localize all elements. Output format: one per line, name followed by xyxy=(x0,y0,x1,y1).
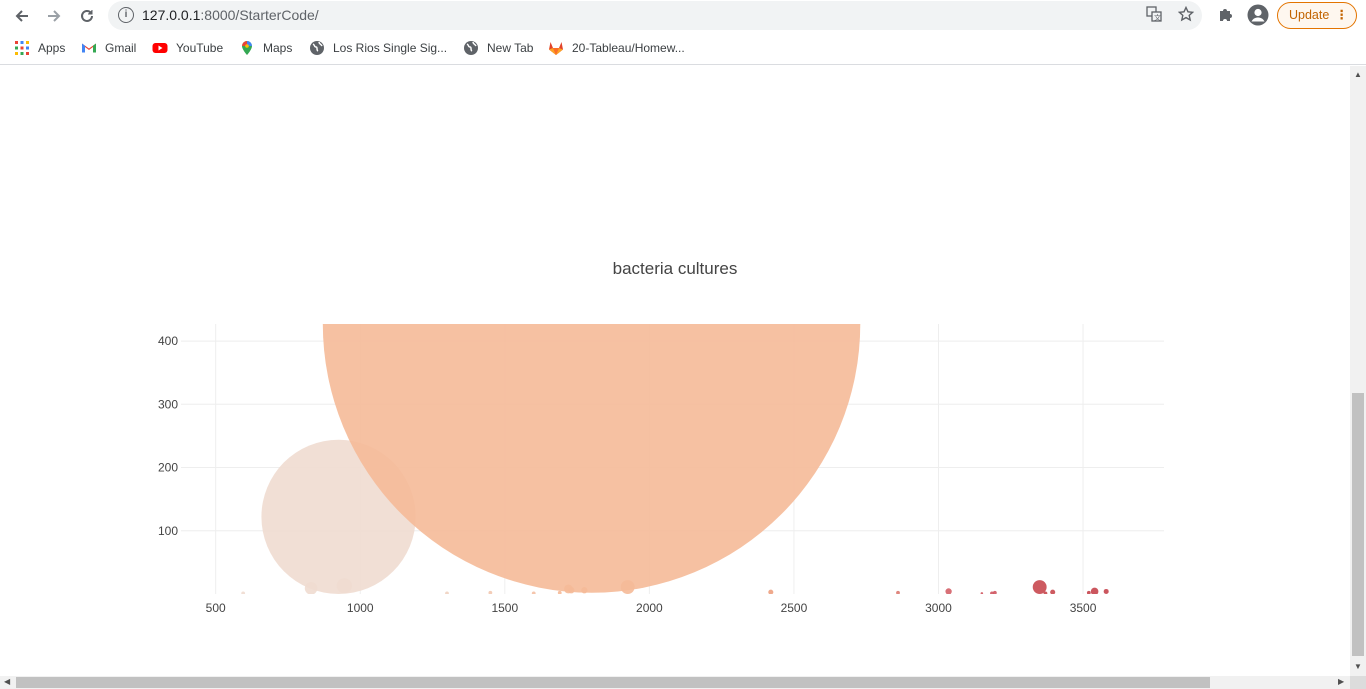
address-bar[interactable]: i 127.0.0.1:8000/StarterCode/ 文 xyxy=(108,1,1202,30)
forward-arrow-icon xyxy=(48,10,61,22)
globe-icon xyxy=(463,40,479,56)
svg-text:文: 文 xyxy=(1154,13,1161,22)
bubble-point[interactable] xyxy=(445,591,449,595)
x-tick-label: 2000 xyxy=(636,601,663,615)
y-tick-label: 200 xyxy=(158,461,178,475)
bookmark-youtube[interactable]: YouTube xyxy=(152,39,223,57)
x-tick-label: 1000 xyxy=(347,601,374,615)
scrollbar-corner xyxy=(1350,676,1366,689)
browser-toolbar: i 127.0.0.1:8000/StarterCode/ 文 Update ⋮ xyxy=(0,0,1366,31)
bubble-point[interactable] xyxy=(980,592,984,595)
bookmark-label: Los Rios Single Sig... xyxy=(333,41,448,55)
update-label: Update xyxy=(1289,8,1330,22)
gmail-icon xyxy=(81,40,97,56)
back-button[interactable] xyxy=(9,3,35,29)
x-tick-label: 3500 xyxy=(1070,601,1097,615)
youtube-icon xyxy=(152,40,168,56)
scroll-right-icon[interactable]: ▶ xyxy=(1338,677,1344,686)
bookmark-label: Gmail xyxy=(105,41,137,55)
bookmark-label: Maps xyxy=(263,41,293,55)
scroll-down-icon[interactable]: ▼ xyxy=(1354,662,1362,671)
bubble-point[interactable] xyxy=(1086,590,1091,595)
y-tick-label: 400 xyxy=(158,334,178,348)
browser-window: i 127.0.0.1:8000/StarterCode/ 文 Update ⋮ xyxy=(0,0,1366,689)
bookmark-label: YouTube xyxy=(176,41,224,55)
bookmark-new-tab[interactable]: New Tab xyxy=(463,39,533,57)
bookmark-gmail[interactable]: Gmail xyxy=(81,39,136,57)
translate-icon[interactable]: 文 xyxy=(1144,6,1164,26)
bookmark-tableau-homework[interactable]: 20-Tableau/Homew... xyxy=(548,39,685,57)
bookmarks-bar: Apps Gmail YouTube Maps Los Rios Single … xyxy=(0,31,1366,65)
back-arrow-icon xyxy=(15,10,28,22)
reload-icon xyxy=(81,9,93,22)
y-tick-label: 300 xyxy=(158,397,178,411)
site-info-icon[interactable]: i xyxy=(118,7,134,23)
x-tick-label: 500 xyxy=(206,601,226,615)
bubble-point[interactable] xyxy=(992,590,997,595)
scroll-up-icon[interactable]: ▲ xyxy=(1354,70,1362,79)
more-menu-icon: ⋮ xyxy=(1335,8,1349,22)
x-tick-label: 1500 xyxy=(491,601,518,615)
url-host: 127.0.0.1 xyxy=(142,7,201,23)
bubble-point[interactable] xyxy=(620,580,635,594)
bookmark-label: Apps xyxy=(38,41,66,55)
bubble-point[interactable] xyxy=(336,578,352,594)
scroll-left-icon[interactable]: ◀ xyxy=(4,677,10,686)
forward-button[interactable] xyxy=(41,3,67,29)
bubble-point[interactable] xyxy=(1050,589,1056,595)
bubble-point[interactable] xyxy=(322,66,861,593)
extensions-puzzle-icon[interactable] xyxy=(1216,6,1236,26)
bubble-point[interactable] xyxy=(1043,591,1048,595)
vertical-scrollbar[interactable]: ▲ ▼ xyxy=(1350,66,1366,676)
bubble-point[interactable] xyxy=(488,590,493,595)
bookmark-apps[interactable]: Apps xyxy=(14,39,65,57)
bubble-point[interactable] xyxy=(945,588,952,594)
update-button[interactable]: Update ⋮ xyxy=(1277,2,1357,29)
apps-grid-icon xyxy=(14,40,30,56)
bubble-chart[interactable]: bacteria cultures 500 1000 1500 2000 2500 300… xyxy=(0,66,1350,676)
bubble-point[interactable] xyxy=(768,589,774,595)
url-path: :8000/StarterCode/ xyxy=(200,7,319,23)
bookmark-label: New Tab xyxy=(487,41,534,55)
horizontal-scrollbar[interactable]: ◀ ▶ xyxy=(0,676,1350,689)
bookmark-maps[interactable]: Maps xyxy=(239,39,292,57)
horizontal-scroll-thumb[interactable] xyxy=(16,677,1210,688)
url-text: 127.0.0.1:8000/StarterCode/ xyxy=(142,7,319,23)
gitlab-icon xyxy=(548,40,564,56)
x-tick-label: 3000 xyxy=(925,601,952,615)
bubble-point[interactable] xyxy=(896,590,900,595)
bubble-point[interactable] xyxy=(531,591,536,595)
vertical-scroll-thumb[interactable] xyxy=(1352,393,1364,656)
maps-pin-icon xyxy=(239,40,255,56)
bookmark-label: 20-Tableau/Homew... xyxy=(572,41,685,55)
bubble-point[interactable] xyxy=(1103,588,1109,594)
y-tick-label: 100 xyxy=(158,524,178,538)
points-layer xyxy=(241,66,1109,596)
bookmark-star-icon[interactable] xyxy=(1176,5,1196,26)
bubble-point[interactable] xyxy=(1090,587,1099,596)
reload-button[interactable] xyxy=(74,3,100,29)
x-tick-label: 2500 xyxy=(781,601,808,615)
bookmark-los-rios[interactable]: Los Rios Single Sig... xyxy=(309,39,447,57)
chart-title: bacteria cultures xyxy=(613,259,738,278)
globe-icon xyxy=(309,40,325,56)
bubble-point[interactable] xyxy=(557,590,562,595)
page-content: bacteria cultures 500 1000 1500 2000 2500 300… xyxy=(0,66,1350,676)
bubble-point[interactable] xyxy=(241,591,246,595)
profile-avatar-icon[interactable] xyxy=(1247,4,1269,26)
